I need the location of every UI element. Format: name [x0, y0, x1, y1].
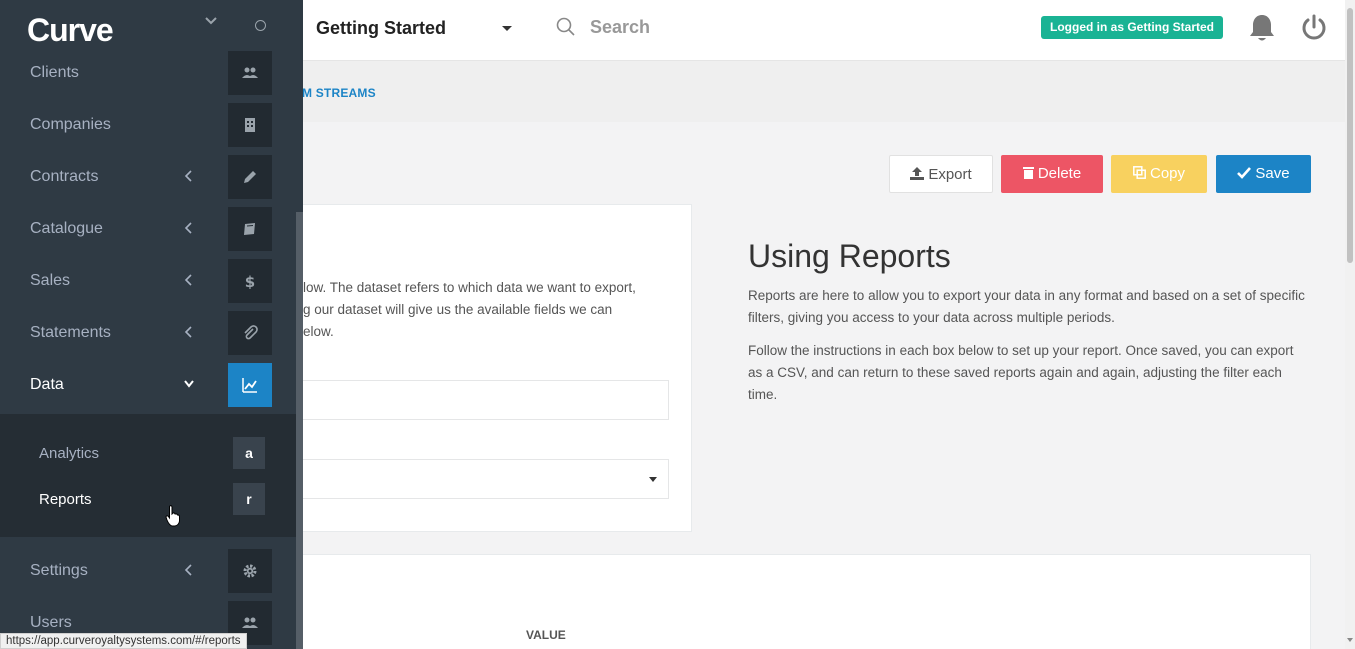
- building-icon: [228, 103, 272, 147]
- logged-in-badge: Logged in as Getting Started: [1041, 16, 1224, 39]
- sidebar-item-label: Catalogue: [30, 220, 103, 237]
- dataset-instructions: low. The dataset refers to which data we…: [303, 280, 636, 339]
- trash-icon: [1022, 167, 1034, 179]
- copy-button[interactable]: Copy: [1111, 155, 1207, 193]
- dollar-icon: $: [228, 259, 272, 303]
- sidebar-item-settings[interactable]: Settings: [0, 546, 296, 598]
- info-paragraph-2: Follow the instructions in each box belo…: [748, 343, 1294, 402]
- scrollbar-thumb[interactable]: [1347, 8, 1353, 263]
- fields-box: [290, 554, 1311, 649]
- svg-text:$: $: [245, 273, 255, 289]
- report-name-input[interactable]: [291, 380, 669, 420]
- breadcrumb-link[interactable]: M STREAMS: [302, 86, 376, 100]
- chevron-left-icon: [184, 326, 192, 338]
- copy-label: Copy: [1149, 165, 1186, 182]
- bell-icon[interactable]: [1248, 13, 1276, 43]
- reports-letter-badge: r: [233, 483, 265, 515]
- info-title: Using Reports: [748, 238, 951, 274]
- sidebar-item-sales[interactable]: Sales $: [0, 256, 296, 308]
- users-icon: [228, 51, 272, 95]
- workspace-dropdown-caret-icon[interactable]: [502, 26, 512, 31]
- chevron-left-icon: [184, 274, 192, 286]
- export-label: Export: [928, 166, 972, 183]
- sidebar-item-label: Companies: [30, 116, 111, 133]
- sidebar-item-contracts[interactable]: Contracts: [0, 152, 296, 204]
- sidebar-item-clients[interactable]: Clients: [0, 48, 296, 100]
- search-icon[interactable]: [556, 17, 576, 37]
- dataset-box: low. The dataset refers to which data we…: [290, 204, 692, 532]
- chevron-left-icon: [184, 170, 192, 182]
- sidebar-item-label: Users: [30, 614, 72, 631]
- status-bar-url: https://app.curveroyaltysystems.com/#/re…: [0, 633, 247, 649]
- chevron-left-icon: [184, 222, 192, 234]
- sidebar: Curve Clients Companies Contracts Catalo…: [0, 0, 303, 649]
- sidebar-item-label: Statements: [30, 324, 111, 341]
- search-input[interactable]: Search: [590, 17, 650, 38]
- submenu-item-reports[interactable]: Reports: [39, 491, 92, 508]
- chevron-left-icon: [184, 564, 192, 576]
- sidebar-item-statements[interactable]: Statements: [0, 308, 296, 360]
- hand-cursor-icon: [165, 505, 180, 527]
- save-button[interactable]: Save: [1216, 155, 1311, 193]
- check-icon: [1237, 167, 1252, 179]
- analytics-letter-badge: a: [233, 437, 265, 469]
- delete-label: Delete: [1037, 165, 1082, 182]
- workspace-title[interactable]: Getting Started: [316, 18, 446, 39]
- sidebar-item-catalogue[interactable]: Catalogue: [0, 204, 296, 256]
- gear-icon: [228, 549, 272, 593]
- sidebar-item-label: Data: [30, 376, 64, 393]
- page-scrollbar[interactable]: [1345, 0, 1355, 649]
- circle-toggle-icon[interactable]: [255, 20, 266, 31]
- paperclip-icon: [228, 311, 272, 355]
- sidebar-item-label: Sales: [30, 272, 71, 289]
- export-button[interactable]: Export: [889, 155, 993, 193]
- sidebar-item-label: Contracts: [30, 168, 99, 185]
- book-icon: [228, 207, 272, 251]
- sidebar-item-companies[interactable]: Companies: [0, 100, 296, 152]
- sidebar-scrollbar[interactable]: [296, 212, 303, 649]
- dataset-select[interactable]: [291, 459, 669, 499]
- value-column-header: VALUE: [526, 628, 566, 642]
- copy-icon: [1133, 166, 1146, 179]
- save-label: Save: [1255, 165, 1290, 182]
- select-caret-icon: [649, 477, 657, 482]
- sidebar-item-data[interactable]: Data: [0, 360, 296, 412]
- data-submenu: Analytics a Reports r: [0, 414, 296, 537]
- chevron-down-icon[interactable]: [205, 15, 217, 27]
- scroll-down-arrow-icon[interactable]: [1347, 638, 1353, 642]
- delete-button[interactable]: Delete: [1001, 155, 1103, 193]
- pencil-icon: [228, 155, 272, 199]
- power-icon[interactable]: [1300, 14, 1328, 42]
- chevron-down-icon: [184, 380, 194, 388]
- sidebar-item-label: Settings: [30, 562, 88, 579]
- line-chart-icon: [228, 363, 272, 407]
- logo[interactable]: Curve: [27, 12, 114, 49]
- sidebar-item-label: Clients: [30, 64, 79, 81]
- info-paragraph-1: Reports are here to allow you to export …: [748, 288, 1305, 325]
- upload-icon: [910, 167, 925, 180]
- submenu-item-analytics[interactable]: Analytics: [39, 445, 99, 462]
